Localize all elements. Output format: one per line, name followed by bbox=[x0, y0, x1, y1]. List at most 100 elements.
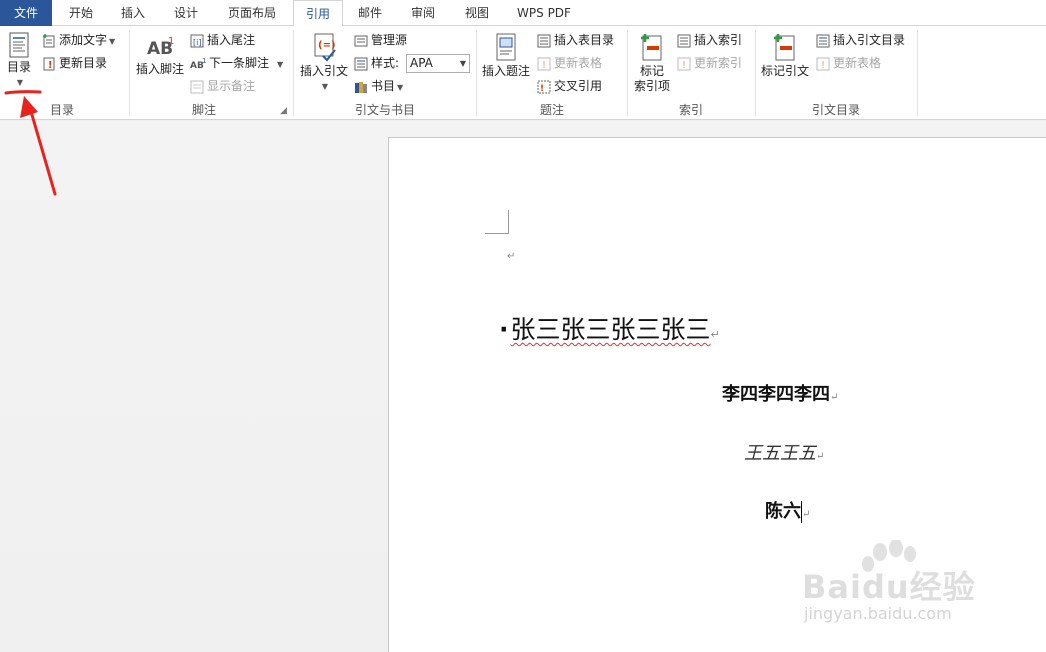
mark-citation-icon bbox=[774, 34, 795, 61]
mark-entry-button[interactable]: 标记 索引项 bbox=[630, 32, 674, 94]
show-notes-button[interactable]: 显示备注 bbox=[190, 76, 255, 96]
insert-caption-button[interactable]: 插入题注 bbox=[480, 32, 532, 79]
mark-citation-label: 标记引文 bbox=[760, 64, 809, 78]
insert-index-button[interactable]: 插入索引 bbox=[677, 30, 742, 50]
svg-text:(=): (=) bbox=[318, 40, 336, 51]
cross-reference-button[interactable]: ! 交叉引用 bbox=[537, 76, 602, 96]
paragraph-mark: ↵ bbox=[830, 392, 839, 403]
group-divider bbox=[917, 30, 918, 116]
group-label-captions: 题注 bbox=[539, 103, 564, 117]
citation-style-select[interactable]: APA ▼ bbox=[406, 54, 470, 73]
tab-page-layout[interactable]: 页面布局 bbox=[218, 0, 286, 26]
update-index-icon: ! bbox=[677, 57, 691, 71]
bibliography-button[interactable]: 书目 ▼ bbox=[354, 76, 403, 96]
style-label-group: 样式: bbox=[354, 53, 399, 73]
line-1-text: 张三张三张三张三 bbox=[510, 315, 711, 344]
cross-reference-label: 交叉引用 bbox=[554, 79, 603, 93]
manage-sources-button[interactable]: 管理源 bbox=[354, 30, 407, 50]
tab-insert[interactable]: 插入 bbox=[108, 0, 158, 26]
group-label-toa: 引文目录 bbox=[811, 103, 860, 117]
update-table-button[interactable]: ! 更新表格 bbox=[537, 53, 602, 73]
svg-text:!: ! bbox=[821, 60, 825, 71]
insert-endnote-button[interactable]: [i] 插入尾注 bbox=[190, 30, 255, 50]
group-label-footnotes: 脚注 bbox=[191, 103, 216, 117]
insert-footnote-button[interactable]: AB 1 插入脚注 bbox=[134, 34, 186, 77]
mark-entry-label-2: 索引项 bbox=[633, 79, 670, 93]
mark-citation-button[interactable]: 标记引文 bbox=[759, 32, 811, 79]
cross-reference-icon: ! bbox=[537, 80, 551, 94]
chevron-down-icon: ▼ bbox=[277, 60, 284, 69]
add-text-label: 添加文字 bbox=[59, 33, 108, 47]
insert-toa-button[interactable]: 插入引文目录 bbox=[816, 30, 905, 50]
svg-text:!: ! bbox=[540, 84, 544, 94]
citation-style-value: APA bbox=[410, 56, 433, 70]
style-icon bbox=[354, 57, 368, 70]
next-footnote-button[interactable]: AB 1 下一条脚注 ▼ bbox=[190, 53, 283, 73]
tab-review[interactable]: 审阅 bbox=[397, 0, 449, 26]
tab-references[interactable]: 引用 bbox=[293, 0, 343, 27]
insert-citation-label: 插入引文 bbox=[299, 64, 348, 78]
line-4-text: 陈六 bbox=[765, 501, 801, 522]
svg-text:1: 1 bbox=[168, 36, 174, 47]
tab-design[interactable]: 设计 bbox=[160, 0, 212, 26]
chevron-down-icon: ▼ bbox=[321, 82, 329, 91]
paragraph-mark: ↵ bbox=[802, 509, 811, 520]
update-toc-button[interactable]: ! 更新目录 bbox=[42, 53, 107, 73]
paragraph-mark: ↵ bbox=[507, 251, 516, 262]
line-2-text: 李四李四李四 bbox=[722, 384, 830, 405]
insert-index-icon bbox=[677, 34, 691, 47]
update-toc-icon: ! bbox=[43, 57, 55, 71]
tab-mailings[interactable]: 邮件 bbox=[345, 0, 395, 26]
page-margin-corner-mark bbox=[485, 210, 509, 234]
svg-text:!: ! bbox=[48, 60, 53, 71]
chevron-down-icon: ▼ bbox=[109, 37, 116, 46]
insert-toa-label: 插入引文目录 bbox=[833, 33, 906, 47]
show-notes-label: 显示备注 bbox=[207, 79, 256, 93]
chevron-down-icon: ▼ bbox=[459, 59, 466, 68]
svg-text:!: ! bbox=[542, 60, 546, 71]
insert-table-of-figures-button[interactable]: 插入表目录 bbox=[537, 30, 614, 50]
tab-wps-pdf[interactable]: WPS PDF bbox=[508, 0, 580, 26]
tab-view[interactable]: 视图 bbox=[451, 0, 503, 26]
add-text-button[interactable]: 添加文字 ▼ bbox=[42, 30, 115, 50]
svg-text:!: ! bbox=[682, 60, 686, 71]
document-line-2[interactable]: 李四李四李四↵ bbox=[722, 380, 838, 406]
toc-icon bbox=[9, 32, 29, 58]
svg-text:1: 1 bbox=[202, 57, 206, 65]
update-toa-icon: ! bbox=[816, 57, 830, 71]
update-table-label: 更新表格 bbox=[554, 56, 603, 70]
update-index-button[interactable]: ! 更新索引 bbox=[677, 53, 742, 73]
update-toc-label: 更新目录 bbox=[59, 56, 108, 70]
document-line-1[interactable]: ·张三张三张三张三↵ bbox=[499, 310, 720, 346]
mark-entry-icon bbox=[641, 34, 662, 61]
toc-button[interactable]: 目录 ▼ bbox=[2, 32, 36, 90]
footnote-icon: AB 1 bbox=[147, 36, 174, 59]
insert-caption-label: 插入题注 bbox=[481, 64, 530, 78]
bibliography-icon bbox=[355, 81, 367, 93]
tab-home[interactable]: 开始 bbox=[56, 0, 106, 26]
document-line-3[interactable]: 王五王五↵ bbox=[744, 439, 824, 465]
next-footnote-label: 下一条脚注 bbox=[209, 56, 270, 70]
bullet-dot: · bbox=[499, 315, 509, 344]
insert-endnote-label: 插入尾注 bbox=[207, 33, 256, 47]
insert-toa-icon bbox=[816, 34, 830, 47]
dialog-launcher-icon[interactable]: ◢ bbox=[280, 106, 287, 116]
insert-citation-icon: (=) bbox=[314, 33, 336, 62]
insert-citation-button[interactable]: (=) 插入引文 ▼ bbox=[298, 32, 350, 94]
watermark-url: jingyan.baidu.com bbox=[804, 604, 952, 623]
manage-sources-label: 管理源 bbox=[371, 33, 408, 47]
update-toa-button[interactable]: ! 更新表格 bbox=[816, 53, 881, 73]
insert-caption-icon bbox=[496, 33, 516, 61]
chevron-down-icon: ▼ bbox=[16, 78, 24, 87]
manage-sources-icon bbox=[354, 35, 368, 46]
ribbon-references: 目录 ▼ 添加文字 ▼ ! 更新目录 目录 AB 1 插入脚注 [i] 插入尾注 AB… bbox=[0, 26, 1046, 120]
tab-file[interactable]: 文件 bbox=[0, 0, 52, 26]
svg-text:[i]: [i] bbox=[193, 38, 201, 47]
update-index-label: 更新索引 bbox=[694, 56, 743, 70]
bibliography-label: 书目 bbox=[371, 79, 396, 93]
toc-button-label: 目录 bbox=[6, 60, 31, 74]
paragraph-mark: ↵ bbox=[710, 328, 720, 341]
document-line-4[interactable]: 陈六↵ bbox=[765, 497, 810, 523]
add-text-icon bbox=[43, 33, 55, 47]
group-label-index: 索引 bbox=[678, 103, 703, 117]
